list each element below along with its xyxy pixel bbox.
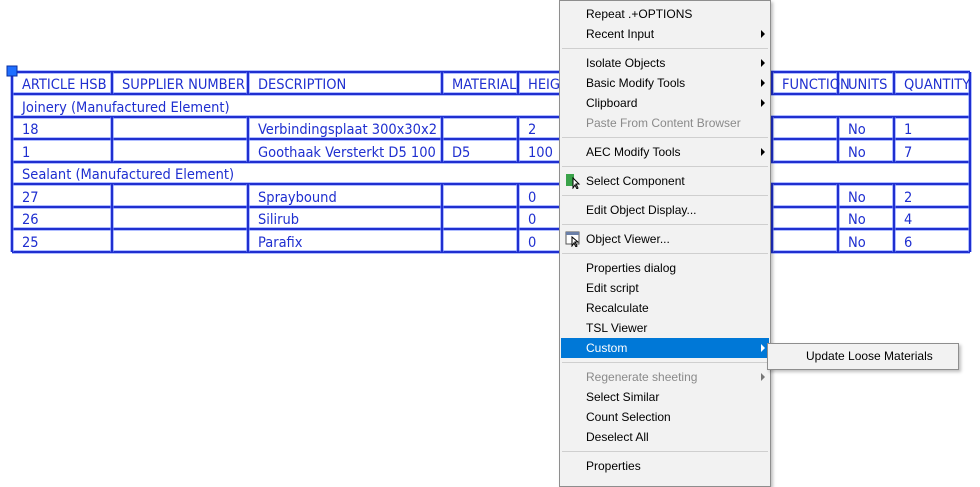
menu-item-label: Select Similar xyxy=(586,390,660,404)
menu-item-select-component[interactable]: Select Component xyxy=(561,171,769,191)
table-cell: 1 xyxy=(22,145,30,161)
menu-item-label: Edit Object Display... xyxy=(586,203,697,217)
menu-item-recent-input[interactable]: Recent Input xyxy=(561,24,769,44)
menu-item-label: Count Selection xyxy=(586,410,671,424)
menu-item-properties[interactable]: Properties xyxy=(561,456,769,476)
table-cell: 4 xyxy=(904,212,912,228)
table-group-heading: Sealant (Manufactured Element) xyxy=(22,167,234,183)
menu-item-tsl-viewer[interactable]: TSL Viewer xyxy=(561,318,769,338)
menu-separator xyxy=(562,224,768,225)
table-cell: No xyxy=(848,145,866,161)
menu-item-label: Select Component xyxy=(586,174,685,188)
table-header-cell: DESCRIPTION xyxy=(258,77,346,93)
select-component-icon xyxy=(565,173,581,190)
menu-item-label: Recent Input xyxy=(586,27,655,41)
menu-separator xyxy=(562,137,768,138)
table-cell: 0 xyxy=(528,190,536,206)
menu-item-label: AEC Modify Tools xyxy=(586,145,681,159)
table-cell: Silirub xyxy=(258,212,299,228)
table-header-cell: QUANTITY xyxy=(904,77,970,93)
menu-separator xyxy=(562,451,768,452)
table-cell: 2 xyxy=(904,190,912,206)
menu-item-update-loose-materials[interactable]: Update Loose Materials xyxy=(769,346,957,366)
menu-item-object-viewer[interactable]: Object Viewer... xyxy=(561,229,769,249)
menu-item-regenerate-sheeting: Regenerate sheeting xyxy=(561,367,769,387)
table-cell: Spraybound xyxy=(258,190,337,206)
menu-item-label: Deselect All xyxy=(586,430,649,444)
custom-submenu: Update Loose Materials xyxy=(767,343,959,370)
submenu-arrow-icon xyxy=(761,79,765,87)
menu-item-label: Basic Modify Tools xyxy=(586,76,686,90)
table-cell: 6 xyxy=(904,235,912,251)
table-cell: 25 xyxy=(22,235,39,251)
table-header-cell: UNITS xyxy=(848,77,887,93)
menu-item-select-similar[interactable]: Select Similar xyxy=(561,387,769,407)
table-cell: 27 xyxy=(22,190,39,206)
table-header-cell: FUNCTION xyxy=(782,77,850,93)
table-cell: Parafix xyxy=(258,235,303,251)
menu-item-paste-from-content-browser: Paste From Content Browser xyxy=(561,113,769,133)
table-header-cell: MATERIAL xyxy=(452,77,517,93)
table-cell: 7 xyxy=(904,145,912,161)
context-menu: Repeat .+OPTIONS Recent Input Isolate Obje… xyxy=(559,0,771,487)
submenu-arrow-icon xyxy=(761,30,765,38)
table-cell: Goothaak Versterkt D5 100 xyxy=(258,145,436,161)
table-cell: 18 xyxy=(22,122,39,138)
menu-item-isolate-objects[interactable]: Isolate Objects xyxy=(561,53,769,73)
submenu-arrow-icon xyxy=(761,148,765,156)
menu-item-label: Custom xyxy=(586,341,628,355)
menu-item-label: Recalculate xyxy=(586,301,649,315)
table-cell: 100 xyxy=(528,145,553,161)
menu-item-properties-dialog[interactable]: Properties dialog xyxy=(561,258,769,278)
menu-item-label: Repeat .+OPTIONS xyxy=(586,7,693,21)
menu-item-label: TSL Viewer xyxy=(586,321,648,335)
table-cell: D5 xyxy=(452,145,470,161)
menu-separator xyxy=(562,253,768,254)
table-cell: No xyxy=(848,212,866,228)
menu-item-label: Clipboard xyxy=(586,96,638,110)
menu-item-deselect-all[interactable]: Deselect All xyxy=(561,427,769,447)
table-cell: Verbindingsplaat 300x30x2 xyxy=(258,122,437,138)
table-grip-handle[interactable] xyxy=(6,65,18,77)
submenu-arrow-icon xyxy=(761,99,765,107)
submenu-arrow-icon xyxy=(761,344,765,352)
object-viewer-icon xyxy=(565,231,581,248)
cad-table[interactable]: ARTICLE HSB SUPPLIER NUMBER DESCRIPTION MAT… xyxy=(0,0,980,487)
table-cell: 0 xyxy=(528,235,536,251)
menu-item-edit-object-display[interactable]: Edit Object Display... xyxy=(561,200,769,220)
menu-item-label: Properties xyxy=(586,459,641,473)
table-cell: 2 xyxy=(528,122,536,138)
table-cell: No xyxy=(848,235,866,251)
menu-item-label: Regenerate sheeting xyxy=(586,370,698,384)
menu-item-clipboard[interactable]: Clipboard xyxy=(561,93,769,113)
menu-separator xyxy=(562,195,768,196)
menu-separator xyxy=(562,48,768,49)
menu-item-label: Object Viewer... xyxy=(586,232,670,246)
table-header-cell: ARTICLE HSB xyxy=(22,77,107,93)
table-cell: No xyxy=(848,122,866,138)
menu-item-edit-script[interactable]: Edit script xyxy=(561,278,769,298)
menu-item-custom[interactable]: Custom xyxy=(561,338,769,358)
table-cell: 26 xyxy=(22,212,39,228)
menu-item-count-selection[interactable]: Count Selection xyxy=(561,407,769,427)
menu-item-repeat-options[interactable]: Repeat .+OPTIONS xyxy=(561,4,769,24)
menu-item-label: Update Loose Materials xyxy=(806,349,933,363)
menu-item-aec-modify-tools[interactable]: AEC Modify Tools xyxy=(561,142,769,162)
table-group-heading: Joinery (Manufactured Element) xyxy=(21,100,230,116)
menu-item-label: Isolate Objects xyxy=(586,56,666,70)
menu-item-label: Edit script xyxy=(586,281,639,295)
table-cell: 1 xyxy=(904,122,912,138)
menu-separator xyxy=(562,362,768,363)
table-header-cell: SUPPLIER NUMBER xyxy=(122,77,245,93)
menu-item-basic-modify-tools[interactable]: Basic Modify Tools xyxy=(561,73,769,93)
submenu-arrow-icon xyxy=(761,59,765,67)
menu-separator xyxy=(562,166,768,167)
submenu-arrow-icon xyxy=(761,373,765,381)
menu-item-label: Paste From Content Browser xyxy=(586,116,741,130)
table-cell: 0 xyxy=(528,212,536,228)
menu-item-label: Properties dialog xyxy=(586,261,677,275)
menu-item-recalculate[interactable]: Recalculate xyxy=(561,298,769,318)
table-cell: No xyxy=(848,190,866,206)
